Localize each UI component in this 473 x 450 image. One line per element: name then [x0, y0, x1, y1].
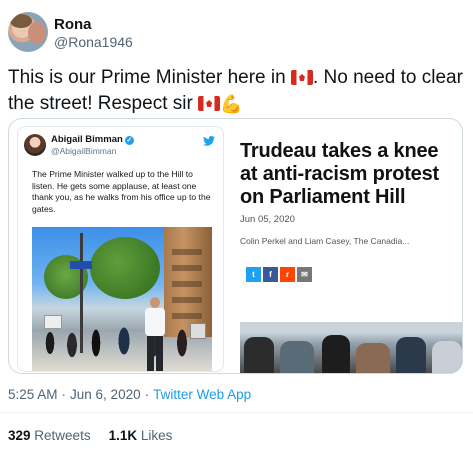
canada-flag-icon: [290, 70, 313, 85]
retweets-count: 329: [8, 428, 31, 443]
twitter-bird-icon: [203, 136, 215, 146]
share-buttons: t f r ✉: [246, 267, 312, 282]
likes-label: Likes: [140, 428, 173, 443]
embedded-author-handle: @AbigailBimman: [51, 146, 117, 156]
canada-flag-icon: [198, 96, 221, 111]
avatar-face: [28, 22, 46, 44]
likes-stat[interactable]: 1.1K Likes: [109, 428, 173, 443]
divider: [0, 412, 473, 413]
author-handle[interactable]: @Rona1946: [54, 34, 133, 50]
reddit-icon[interactable]: r: [280, 267, 295, 282]
walker-head: [150, 297, 160, 308]
article-title[interactable]: Trudeau takes a knee at anti-racism prot…: [240, 140, 455, 209]
photo-person: [280, 341, 314, 373]
author-name[interactable]: Rona: [54, 16, 92, 33]
photo-person: [322, 335, 350, 373]
article-date: Jun 05, 2020: [240, 214, 295, 225]
photo-walking-man: [142, 297, 168, 371]
embedded-tweet-text: The Prime Minister walked up to the Hill…: [32, 169, 211, 214]
source-app-link[interactable]: Twitter Web App: [153, 387, 251, 402]
timestamp-separator: ·: [144, 387, 150, 402]
twitter-icon[interactable]: t: [246, 267, 261, 282]
tweet: Rona @Rona1946 This is our Prime Ministe…: [0, 0, 473, 450]
article-photo: [240, 322, 462, 373]
tweet-date[interactable]: Jun 6, 2020: [70, 387, 141, 402]
facebook-icon[interactable]: f: [263, 267, 278, 282]
retweets-label: Retweets: [34, 428, 91, 443]
photo-street-sign: [70, 261, 92, 269]
photo-tree: [90, 237, 160, 299]
link-card[interactable]: Abigail Bimman ✓ @AbigailBimman The Prime…: [8, 118, 463, 374]
email-icon[interactable]: ✉: [297, 267, 312, 282]
embedded-name-text: Abigail Bimman: [51, 134, 123, 145]
tweet-timestamp: 5:25 AM · Jun 6, 2020 · Twitter Web App: [8, 387, 251, 402]
tweet-text-part1: This is our Prime Minister here in: [8, 67, 291, 88]
article-authors: Colin Perkel and Liam Casey, The Canadia…: [240, 236, 410, 246]
photo-person: [244, 337, 274, 373]
embedded-avatar: [24, 134, 46, 156]
retweets-stat[interactable]: 329 Retweets: [8, 428, 91, 443]
author-avatar[interactable]: [8, 12, 48, 52]
verified-icon: ✓: [124, 136, 134, 145]
likes-count: 1.1K: [108, 428, 138, 443]
timestamp-separator: ·: [61, 387, 67, 402]
photo-person: [396, 337, 426, 373]
photo-person: [356, 343, 390, 373]
tweet-stats: 329 Retweets 1.1K Likes: [8, 428, 172, 443]
tweet-text: This is our Prime Minister here in . No …: [8, 65, 463, 117]
embedded-tweet-image: Abigail Bimman ✓ @AbigailBimman The Prime…: [17, 126, 224, 372]
walker-shirt: [145, 308, 165, 336]
photo-person: [432, 341, 462, 373]
protest-photo: [32, 227, 212, 371]
photo-protest-sign: [190, 323, 206, 339]
flexed-biceps-icon: 💪: [220, 94, 243, 114]
embedded-author-name: Abigail Bimman ✓: [51, 134, 134, 145]
tweet-time[interactable]: 5:25 AM: [8, 387, 58, 402]
photo-protest-sign: [44, 315, 62, 329]
walker-legs: [147, 336, 163, 371]
